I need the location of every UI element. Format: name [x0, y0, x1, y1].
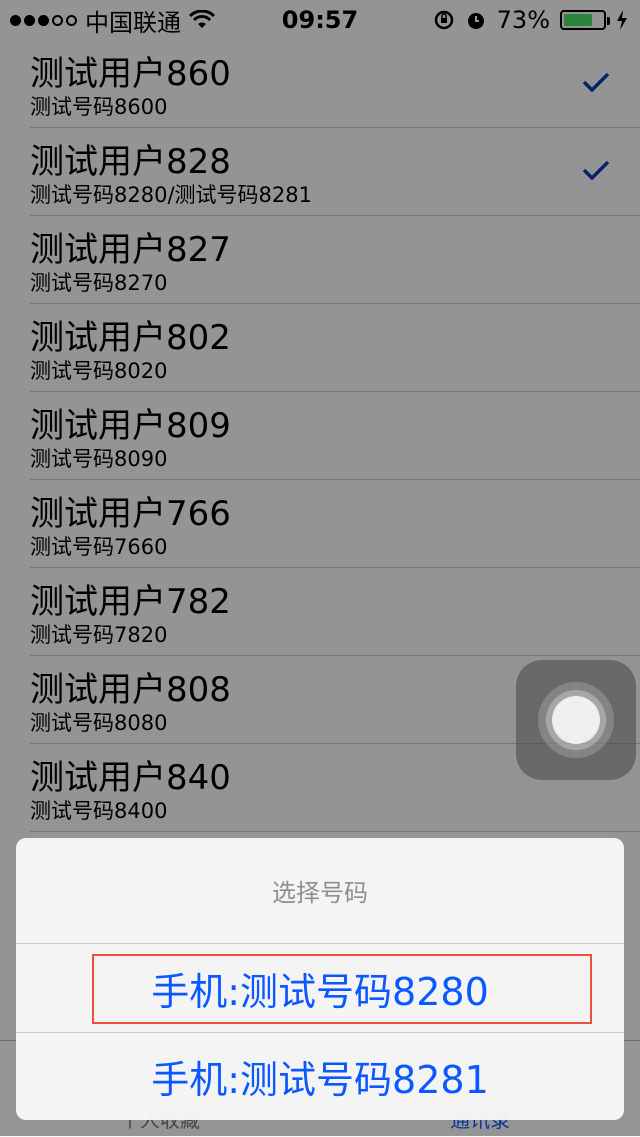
select-number-action-sheet: 选择号码 手机:测试号码8280 手机:测试号码8281: [16, 838, 624, 1120]
assistive-touch-center: [552, 696, 600, 744]
option-mobile-8280-button[interactable]: 手机:测试号码8280: [16, 944, 624, 1032]
action-sheet-title: 选择号码: [16, 838, 624, 944]
option-mobile-8281-button[interactable]: 手机:测试号码8281: [16, 1032, 624, 1120]
assistive-touch-button[interactable]: [516, 660, 636, 780]
